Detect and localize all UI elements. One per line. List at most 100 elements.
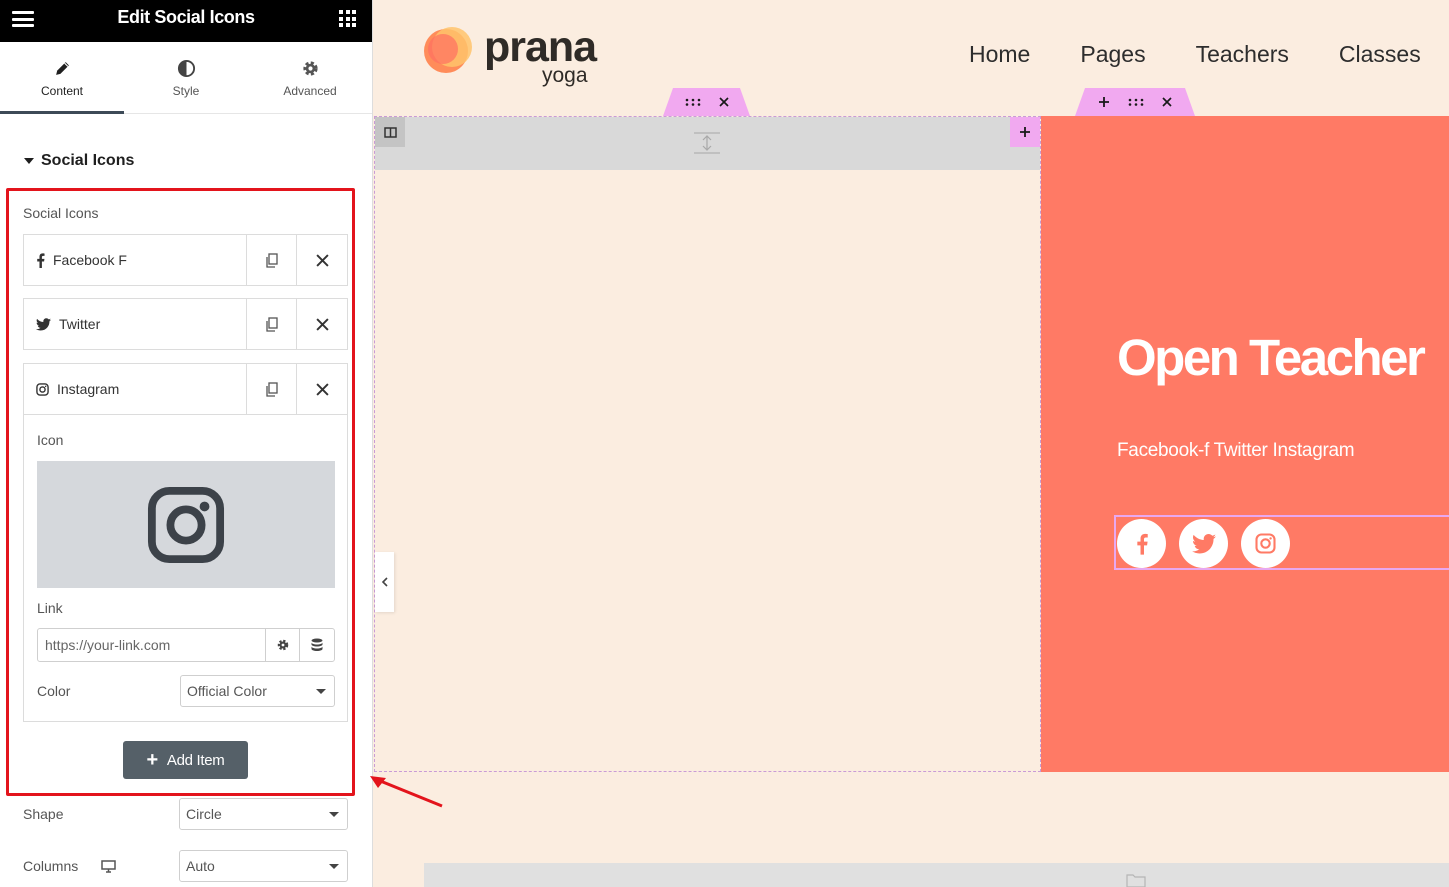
color-select[interactable]: Official Color (180, 675, 335, 707)
twitter-icon (1191, 533, 1216, 553)
repeater-item-label: Instagram (57, 381, 120, 397)
nav-home[interactable]: Home (969, 41, 1030, 68)
remove-button[interactable] (297, 235, 347, 285)
plus-icon: + (146, 749, 158, 771)
columns-select[interactable]: Auto (179, 850, 348, 882)
repeater-item-instagram: Instagram (23, 363, 348, 415)
database-icon (311, 638, 323, 651)
logo-sub: yoga (542, 64, 588, 87)
repeater-item-title[interactable]: Twitter (24, 299, 247, 349)
add-widget-button[interactable] (1010, 117, 1040, 147)
social-instagram[interactable] (1241, 519, 1290, 568)
repeater-item-twitter: Twitter (23, 298, 348, 350)
link-options-button[interactable] (266, 629, 300, 661)
hero-section: Open Teacher Facebook-f Twitter Instagra… (1041, 116, 1449, 772)
preview-canvas: prana yoga Home Pages Teachers Classes O… (374, 0, 1449, 887)
shape-select-value: Circle (186, 806, 222, 822)
tab-advanced-label: Advanced (283, 84, 337, 98)
social-twitter[interactable] (1179, 519, 1228, 568)
link-field: https://your-link.com (37, 628, 335, 662)
nav-pages[interactable]: Pages (1080, 41, 1145, 68)
tab-content[interactable]: Content (0, 42, 124, 114)
column-icon (383, 126, 397, 138)
twitter-icon (36, 317, 51, 330)
editor-panel: Edit Social Icons Content Style Advanced… (0, 0, 373, 887)
site-nav: Home Pages Teachers Classes (969, 41, 1449, 68)
caret-down-icon (24, 158, 34, 164)
chevron-down-icon (329, 812, 339, 817)
repeater-item-label: Facebook F (53, 252, 127, 268)
repeater-item-title[interactable]: Facebook F (24, 235, 247, 285)
social-icons-widget[interactable] (1114, 515, 1449, 570)
shape-label: Shape (23, 806, 64, 822)
chevron-down-icon (329, 864, 339, 869)
duplicate-button[interactable] (247, 299, 297, 349)
social-facebook[interactable] (1117, 519, 1166, 568)
gear-icon (277, 639, 288, 651)
columns-select-value: Auto (186, 858, 215, 874)
close-icon (315, 317, 329, 331)
close-icon[interactable] (719, 97, 729, 107)
duplicate-button[interactable] (247, 364, 297, 414)
close-icon (315, 382, 329, 396)
instagram-icon (1255, 533, 1276, 554)
tab-style[interactable]: Style (124, 42, 248, 113)
columns-label: Columns (23, 858, 79, 874)
section-title: Social Icons (41, 152, 135, 169)
collapse-panel-button[interactable] (375, 552, 394, 612)
nav-teachers[interactable]: Teachers (1196, 41, 1289, 68)
dynamic-tags-button[interactable] (300, 629, 334, 661)
duplicate-button[interactable] (247, 235, 297, 285)
repeater-item-label: Twitter (59, 316, 101, 332)
resize-vertical-icon[interactable] (693, 132, 721, 154)
facebook-icon (1136, 533, 1148, 555)
repeater-item-title[interactable]: Instagram (24, 364, 247, 414)
section-toggle-social-icons[interactable]: Social Icons (24, 152, 134, 170)
plus-icon (1020, 127, 1030, 137)
chevron-down-icon (316, 689, 326, 694)
tab-content-label: Content (40, 84, 84, 98)
add-item-button[interactable]: + Add Item (123, 741, 248, 779)
remove-button[interactable] (297, 299, 347, 349)
nav-classes[interactable]: Classes (1339, 41, 1421, 68)
panel-tabs: Content Style Advanced (0, 42, 372, 114)
icon-picker[interactable] (37, 461, 335, 588)
folder-icon (1126, 874, 1146, 887)
copy-icon (265, 381, 278, 397)
repeater-item-facebook: Facebook F (23, 234, 348, 286)
copy-icon (265, 316, 278, 332)
half-circle-icon (124, 57, 248, 79)
column-edit-button[interactable] (375, 117, 405, 147)
column-handle[interactable] (663, 88, 750, 116)
tab-style-label: Style (172, 84, 200, 98)
widgets-grid-icon[interactable] (339, 10, 356, 27)
color-select-value: Official Color (187, 683, 267, 699)
icon-label: Icon (37, 432, 64, 448)
close-icon (315, 253, 329, 267)
plus-icon[interactable] (1098, 96, 1110, 108)
chevron-left-icon (381, 577, 388, 587)
copy-icon (265, 252, 278, 268)
remove-button[interactable] (297, 364, 347, 414)
hero-title: Open Teacher (1117, 329, 1426, 386)
shape-select[interactable]: Circle (179, 798, 348, 830)
instagram-icon (147, 486, 225, 563)
drag-handle-icon[interactable] (1128, 98, 1144, 106)
link-label: Link (37, 600, 63, 616)
instagram-icon (36, 382, 49, 396)
hero-text: Facebook-f Twitter Instagram (1117, 440, 1355, 461)
section-handle[interactable] (1075, 88, 1195, 116)
next-section-placeholder (424, 863, 1449, 887)
panel-title: Edit Social Icons (117, 7, 255, 27)
link-input[interactable]: https://your-link.com (38, 629, 266, 661)
drag-handle-icon[interactable] (685, 98, 701, 106)
facebook-icon (37, 252, 45, 268)
close-icon[interactable] (1162, 97, 1172, 107)
pencil-icon (0, 57, 124, 79)
panel-header: Edit Social Icons (0, 0, 372, 42)
color-label: Color (37, 683, 71, 699)
desktop-icon[interactable] (101, 860, 116, 873)
tab-advanced[interactable]: Advanced (248, 42, 372, 113)
empty-section (374, 116, 1041, 772)
logo-mark (428, 34, 458, 64)
